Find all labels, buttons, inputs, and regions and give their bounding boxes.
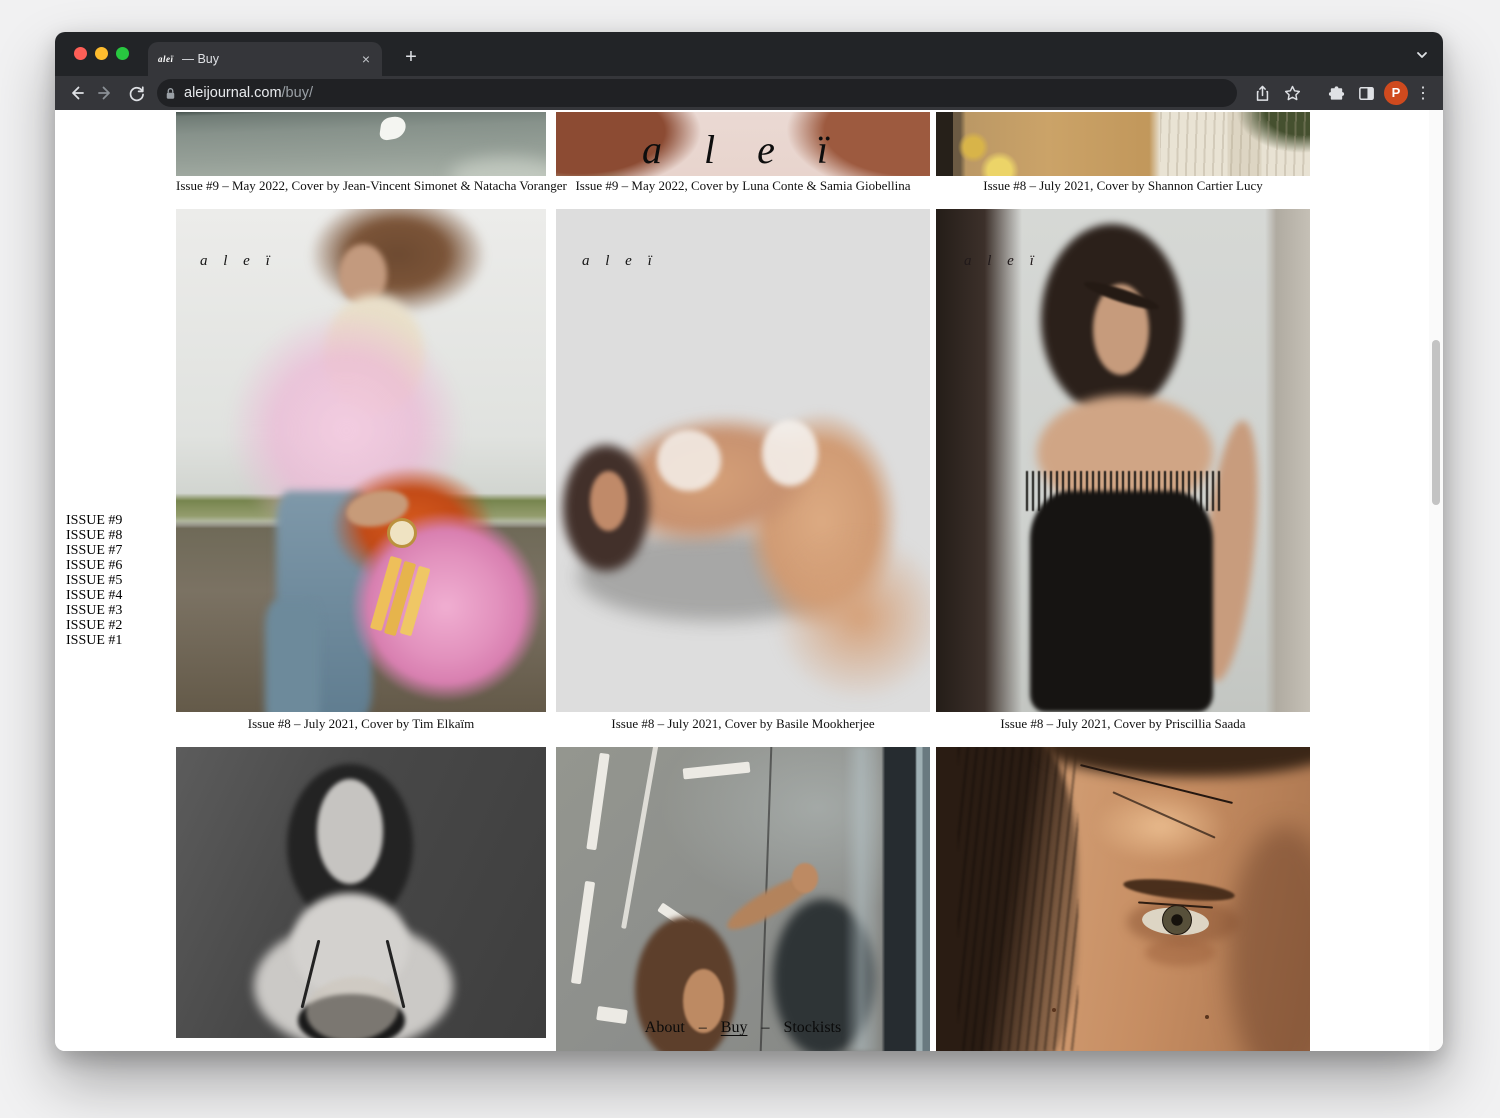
sidebar-item-issue-2[interactable]: ISSUE #2: [66, 618, 122, 633]
cover-tile-issue8-elkaim[interactable]: a l e ï: [176, 209, 546, 712]
share-button[interactable]: [1247, 78, 1277, 108]
scrollbar-thumb[interactable]: [1432, 340, 1440, 505]
alei-cover-logo: a l e ï: [200, 253, 276, 270]
figure-legs: [773, 531, 930, 702]
sidebar-item-issue-6[interactable]: ISSUE #6: [66, 558, 122, 573]
address-bar[interactable]: aleijournal.com/buy/: [157, 79, 1237, 107]
sidebar-item-issue-4[interactable]: ISSUE #4: [66, 588, 122, 603]
browser-toolbar: aleijournal.com/buy/ P ⋮: [55, 76, 1443, 110]
alei-cover-logo: a l e ï: [556, 126, 930, 173]
cover-tile-issue8-saada[interactable]: a l e ï: [936, 209, 1310, 712]
cover-caption: Issue #9 – May 2022, Cover by Jean-Vince…: [176, 178, 546, 194]
cover-tile-issue9-conte[interactable]: a l e ï: [556, 112, 930, 176]
footer-link-buy[interactable]: Buy: [721, 1019, 748, 1036]
url-path: /buy/: [282, 85, 313, 101]
cover-caption: Issue #9 – May 2022, Cover by Luna Conte…: [556, 178, 930, 194]
mole-detail: [1205, 1015, 1209, 1019]
extensions-button[interactable]: [1321, 78, 1351, 108]
water-highlight: [450, 157, 546, 176]
chevron-down-icon: [1415, 48, 1429, 62]
cover-tile-issue9-simonet[interactable]: [176, 112, 546, 176]
back-button[interactable]: [61, 78, 91, 108]
sidebar-item-issue-3[interactable]: ISSUE #3: [66, 603, 122, 618]
favicon: aleï: [158, 54, 174, 64]
figure-hand: [792, 863, 818, 893]
sidebar-item-issue-8[interactable]: ISSUE #8: [66, 528, 122, 543]
puzzle-icon: [1327, 84, 1346, 103]
tab-title: — Buy: [182, 52, 360, 66]
footer-nav: About – Buy – Stockists: [556, 1019, 930, 1037]
cover-caption: Issue #8 – July 2021, Cover by Tim Elkaï…: [176, 716, 546, 732]
bookmark-button[interactable]: [1277, 78, 1307, 108]
white-brief: [762, 420, 818, 485]
url-host: aleijournal.com: [184, 85, 282, 101]
cover-tile-bw-portrait[interactable]: [176, 747, 546, 1038]
figure-hair: [309, 209, 487, 315]
road-marking: [571, 881, 595, 985]
browser-window: aleï — Buy × +: [55, 32, 1443, 1051]
lock-icon: [163, 86, 178, 101]
page-content: a l e ï Issue #9 – May 2022, Cover by Je…: [55, 110, 1443, 1051]
side-panel-icon: [1357, 84, 1376, 103]
cover-tile-face-closeup[interactable]: [936, 747, 1310, 1051]
alei-cover-logo: a l e ï: [964, 253, 1040, 270]
road-marking: [683, 762, 751, 780]
back-arrow-icon: [66, 83, 86, 103]
footer-link-about[interactable]: About: [645, 1019, 685, 1036]
cover-tile-issue8-mookherjee[interactable]: a l e ï: [556, 209, 930, 712]
alei-cover-logo: a l e ï: [582, 253, 658, 270]
under-eye-shadow: [1145, 939, 1216, 966]
cover-tile-street-scene[interactable]: [556, 747, 930, 1051]
window-zoom-button[interactable]: [116, 47, 129, 60]
side-panel-button[interactable]: [1351, 78, 1381, 108]
cover-caption: Issue #8 – July 2021, Cover by Priscilli…: [936, 716, 1310, 732]
sidebar-item-issue-7[interactable]: ISSUE #7: [66, 543, 122, 558]
white-bra: [657, 430, 721, 490]
figure-face: [590, 471, 627, 531]
figure-face: [317, 779, 384, 884]
browser-tab[interactable]: aleï — Buy ×: [148, 42, 382, 76]
cover-caption: Issue #8 – July 2021, Cover by Basile Mo…: [556, 716, 930, 732]
window-minimize-button[interactable]: [95, 47, 108, 60]
road-marking: [621, 747, 660, 928]
scrollbar-track[interactable]: [1429, 110, 1443, 1051]
profile-avatar[interactable]: P: [1384, 81, 1408, 105]
hair-streaks: [958, 747, 1078, 1051]
tab-close-icon[interactable]: ×: [360, 51, 372, 67]
forward-button[interactable]: [91, 78, 121, 108]
reload-button[interactable]: [121, 78, 151, 108]
new-tab-button[interactable]: +: [396, 43, 426, 73]
tab-strip: aleï — Buy × +: [55, 32, 1443, 76]
window-close-button[interactable]: [74, 47, 87, 60]
cheek-shadow: [1228, 826, 1310, 1051]
sidebar-item-issue-5[interactable]: ISSUE #5: [66, 573, 122, 588]
tab-overflow-button[interactable]: [1411, 44, 1433, 66]
star-icon: [1283, 84, 1302, 103]
road-marking: [587, 753, 610, 851]
black-corset: [1030, 491, 1213, 712]
cover-caption: Issue #8 – July 2021, Cover by Shannon C…: [936, 178, 1310, 194]
forward-arrow-icon: [96, 83, 116, 103]
sidebar-item-issue-9[interactable]: ISSUE #9: [66, 513, 122, 528]
figure-jeans-leg: [265, 601, 321, 712]
sidebar-item-issue-1[interactable]: ISSUE #1: [66, 633, 122, 648]
nav-separator: –: [761, 1019, 769, 1036]
share-icon: [1253, 84, 1272, 103]
nav-separator: –: [699, 1019, 707, 1036]
footer-link-stockists[interactable]: Stockists: [783, 1019, 841, 1036]
browser-menu-button[interactable]: ⋮: [1411, 83, 1435, 103]
reload-icon: [127, 84, 146, 103]
issues-sidebar: ISSUE #9 ISSUE #8 ISSUE #7 ISSUE #6 ISSU…: [66, 513, 122, 648]
boat-detail: [378, 114, 407, 141]
dress-fold-detail: [1160, 112, 1310, 176]
glass-reflection: [844, 747, 878, 1051]
hair-top: [1041, 747, 1310, 777]
cover-tile-issue8-cartier-lucy[interactable]: [936, 112, 1310, 176]
forehead-highlight: [1093, 790, 1228, 863]
